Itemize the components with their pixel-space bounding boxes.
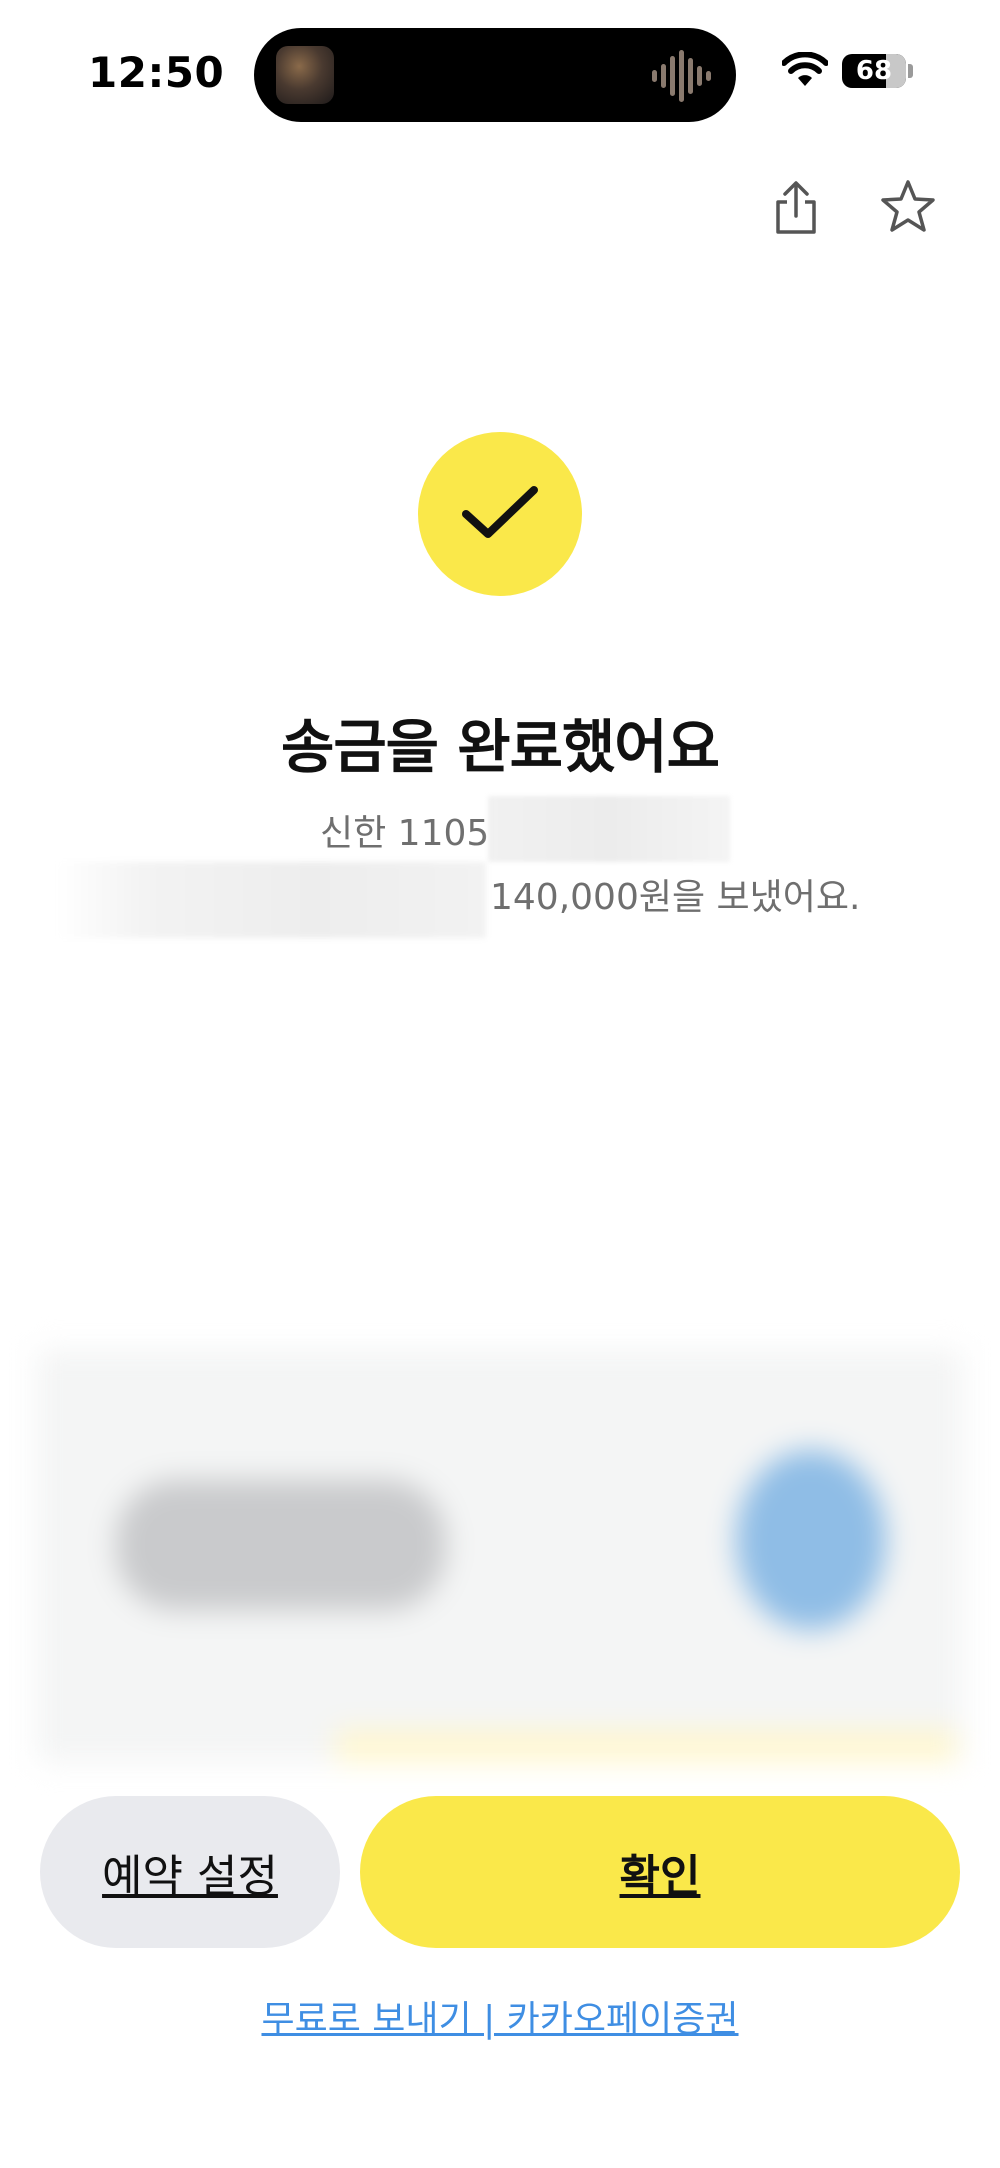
- promo-text-blur: [116, 1480, 446, 1610]
- confirm-button[interactable]: 확인: [360, 1796, 960, 1948]
- share-icon: [776, 181, 816, 234]
- free-transfer-link[interactable]: 무료로 보내기 | 카카오페이증권: [0, 1990, 1000, 2042]
- amount-text: 140,000원을 보냈어요.: [490, 877, 861, 918]
- favorite-button[interactable]: [872, 170, 944, 242]
- status-time: 12:50: [88, 48, 225, 97]
- wifi-icon: [782, 52, 828, 86]
- redacted-account-number: [488, 796, 730, 862]
- page-title: 송금을 완료했어요: [280, 713, 720, 781]
- battery-level: 68: [855, 56, 893, 86]
- star-icon: [881, 180, 935, 232]
- share-button[interactable]: [760, 172, 832, 244]
- promo-image-blur: [736, 1450, 886, 1630]
- battery-icon: 68: [842, 54, 906, 88]
- album-art-icon: [276, 46, 334, 104]
- redacted-recipient-name: [56, 862, 486, 938]
- check-icon: [462, 486, 538, 538]
- success-badge: [418, 432, 582, 596]
- audio-wave-icon: [652, 50, 711, 102]
- dynamic-island[interactable]: [254, 28, 736, 122]
- transfer-complete-screen: 12:50 68 송금을 완료했어요 신한 1105 140,000원을 보냈어…: [0, 0, 1000, 2168]
- promo-accent-blur: [336, 1730, 956, 1762]
- schedule-button[interactable]: 예약 설정: [40, 1796, 340, 1948]
- account-text: 신한 1105: [320, 813, 490, 854]
- battery-nub: [908, 64, 913, 78]
- promo-banner[interactable]: [36, 1350, 964, 1762]
